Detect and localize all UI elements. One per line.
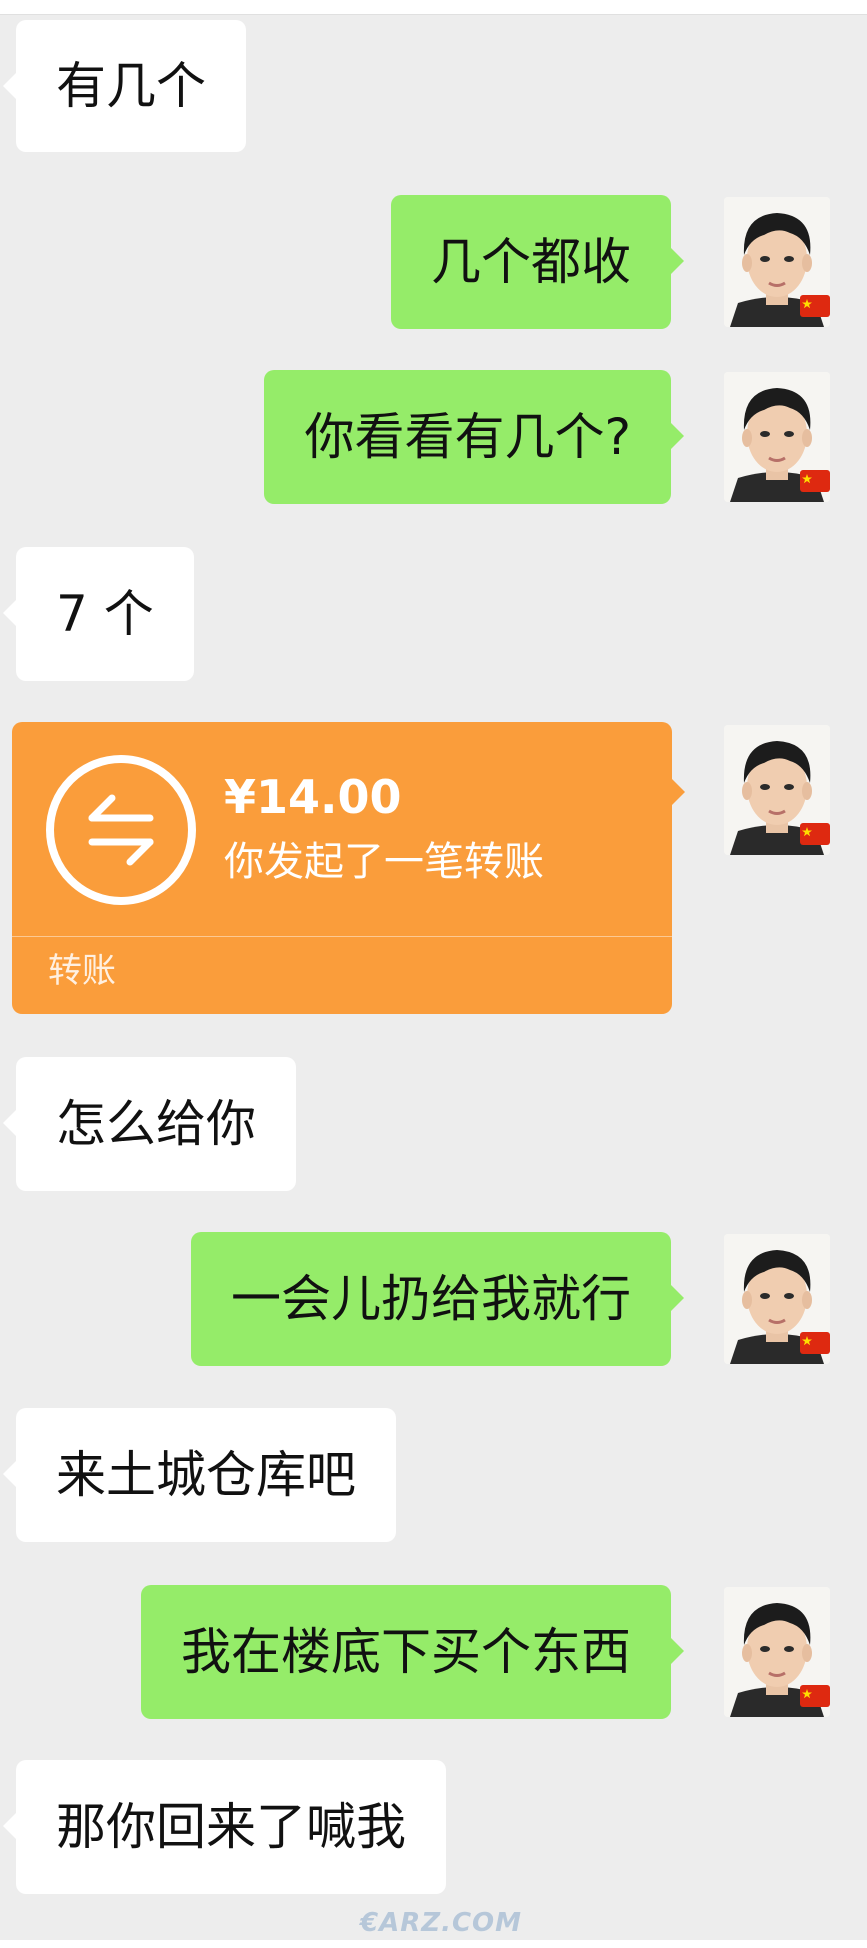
transfer-description: 你发起了一笔转账 — [224, 839, 544, 885]
message-text: 来土城仓库吧 — [56, 1446, 356, 1504]
china-flag-icon — [800, 295, 830, 317]
avatar-eye — [784, 431, 794, 437]
china-flag-icon — [800, 1332, 830, 1354]
avatar-ear — [742, 782, 752, 800]
watermark: €ARZ.COM — [360, 1908, 523, 1938]
message-bubble-incoming[interactable]: 那你回来了喊我 — [3, 1760, 446, 1894]
bottom-divider — [0, 1940, 867, 1948]
message-bubble-incoming[interactable]: 怎么给你 — [3, 1057, 296, 1191]
avatar-ear — [802, 782, 812, 800]
top-divider — [0, 0, 867, 15]
china-flag-icon — [800, 1685, 830, 1707]
message-bubble-incoming[interactable]: 7 个 — [3, 547, 194, 681]
user-avatar[interactable] — [724, 1587, 830, 1717]
avatar-eye — [784, 256, 794, 262]
avatar-ear — [742, 254, 752, 272]
avatar-ear — [802, 1644, 812, 1662]
message-text: 我在楼底下买个东西 — [181, 1623, 631, 1681]
transfer-amount: ¥14.00 — [224, 770, 402, 824]
message-bubble-incoming[interactable]: 有几个 — [3, 20, 246, 152]
avatar-ear — [802, 254, 812, 272]
avatar-ear — [802, 429, 812, 447]
avatar-eye — [760, 431, 770, 437]
avatar-eye — [784, 1646, 794, 1652]
message-bubble-incoming[interactable]: 来土城仓库吧 — [3, 1408, 396, 1542]
avatar-eye — [760, 256, 770, 262]
message-text: 你看看有几个? — [304, 408, 631, 466]
avatar-ear — [742, 1291, 752, 1309]
avatar-eye — [760, 1293, 770, 1299]
china-flag-icon — [800, 823, 830, 845]
message-bubble-outgoing[interactable]: 一会儿扔给我就行 — [191, 1232, 684, 1366]
avatar-eye — [784, 784, 794, 790]
user-avatar[interactable] — [724, 1234, 830, 1364]
user-avatar[interactable] — [724, 197, 830, 327]
avatar-ear — [742, 1644, 752, 1662]
avatar-ear — [742, 429, 752, 447]
transfer-card[interactable]: ¥14.00 你发起了一笔转账 转账 — [12, 722, 685, 1014]
message-bubble-outgoing[interactable]: 我在楼底下买个东西 — [141, 1585, 684, 1719]
message-text: 一会儿扔给我就行 — [231, 1270, 631, 1328]
message-text: 那你回来了喊我 — [56, 1798, 406, 1856]
message-text: 怎么给你 — [56, 1095, 256, 1153]
transfer-arrows-icon — [46, 755, 196, 905]
china-flag-icon — [800, 470, 830, 492]
transfer-label: 转账 — [48, 951, 116, 991]
user-avatar[interactable] — [724, 372, 830, 502]
avatar-eye — [760, 1646, 770, 1652]
transfer-divider — [12, 936, 672, 937]
message-text: 7 个 — [56, 585, 154, 643]
avatar-ear — [802, 1291, 812, 1309]
message-text: 有几个 — [56, 57, 206, 115]
avatar-eye — [784, 1293, 794, 1299]
avatar-eye — [760, 784, 770, 790]
message-bubble-outgoing[interactable]: 你看看有几个? — [264, 370, 684, 504]
message-text: 几个都收 — [431, 233, 631, 291]
user-avatar[interactable] — [724, 725, 830, 855]
message-bubble-outgoing[interactable]: 几个都收 — [391, 195, 684, 329]
